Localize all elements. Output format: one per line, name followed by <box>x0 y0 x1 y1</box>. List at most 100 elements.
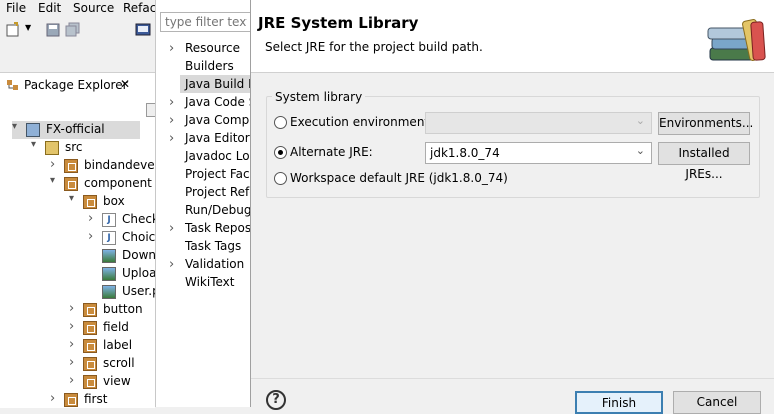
image-file-icon <box>102 285 116 299</box>
expand-icon[interactable]: › <box>169 221 174 236</box>
dialog-title: JRE System Library <box>258 14 419 32</box>
tree-item-label: first <box>84 392 108 406</box>
tree-item-label: bindandeven <box>84 158 163 172</box>
tree-item-label: button <box>103 302 143 316</box>
properties-nav-label: WikiText <box>185 275 235 289</box>
menu-edit[interactable]: Edit <box>38 1 61 15</box>
properties-nav-label: Run/Debug <box>185 203 252 217</box>
tree-item-label: Choic <box>122 230 156 244</box>
workspace-default-radio[interactable] <box>274 172 287 185</box>
chevron-down-icon: ⌄ <box>635 144 645 157</box>
dialog-header <box>251 0 774 73</box>
tree-item-label: Uploa <box>122 266 157 280</box>
properties-nav-label: Task Tags <box>185 239 242 253</box>
new-dropdown-icon[interactable]: ▼ <box>25 23 31 32</box>
properties-nav-label: Resource <box>185 41 241 55</box>
source-folder-icon <box>45 141 59 155</box>
chevron-down-icon: ⌄ <box>635 114 645 127</box>
system-library-label: System library <box>272 90 366 104</box>
tree-item[interactable]: ▾ FX-official <box>12 121 140 139</box>
tree-item-label: view <box>103 374 131 388</box>
alternate-jre-combo[interactable]: jdk1.8.0_74 ⌄ <box>425 142 652 164</box>
menu-file[interactable]: File <box>6 1 26 15</box>
tree-item-label: field <box>103 320 129 334</box>
java-file-icon: J <box>102 231 116 245</box>
tree-item-label: FX-official <box>46 122 105 136</box>
expand-icon[interactable]: › <box>169 41 174 56</box>
package-icon <box>64 177 78 191</box>
expand-icon[interactable]: › <box>69 319 79 334</box>
library-books-icon <box>707 19 766 61</box>
properties-nav-label: Project Face <box>185 167 258 181</box>
expand-icon[interactable]: › <box>50 157 60 172</box>
filter-input[interactable] <box>160 12 252 32</box>
finish-button[interactable]: Finish <box>575 391 663 414</box>
installed-jres-button[interactable]: Installed JREs... <box>658 142 750 181</box>
package-icon <box>83 375 97 389</box>
main-toolbar: ▼ <box>0 18 155 46</box>
tree-item-label: label <box>103 338 133 352</box>
expand-icon[interactable]: › <box>88 229 98 244</box>
properties-nav-label: Javadoc Loc <box>185 149 257 163</box>
tree-item-label: box <box>103 194 125 208</box>
collapse-icon[interactable]: ▾ <box>50 175 60 186</box>
expand-icon[interactable]: › <box>169 131 174 146</box>
expand-icon[interactable]: › <box>169 257 174 272</box>
package-icon <box>83 339 97 353</box>
expand-icon[interactable]: › <box>88 211 98 226</box>
image-file-icon <box>102 267 116 281</box>
collapse-icon[interactable]: ▾ <box>31 139 41 150</box>
expand-icon[interactable]: › <box>50 391 60 406</box>
package-icon <box>83 195 97 209</box>
expand-icon[interactable]: › <box>69 301 79 316</box>
menu-bar: File Edit Source Refac <box>0 0 156 18</box>
tree-item-label: Down <box>122 248 157 262</box>
expand-icon[interactable]: › <box>169 95 174 110</box>
package-icon <box>64 159 78 173</box>
alternate-jre-value: jdk1.8.0_74 <box>430 146 500 160</box>
collapse-icon[interactable]: ▾ <box>69 193 79 204</box>
help-icon[interactable]: ? <box>266 390 286 410</box>
expand-icon[interactable]: › <box>69 337 79 352</box>
package-explorer-label: Package Explorer <box>24 78 128 92</box>
package-icon <box>64 393 78 407</box>
save-icon[interactable] <box>45 22 61 38</box>
image-file-icon <box>102 249 116 263</box>
package-explorer-icon <box>7 80 18 90</box>
properties-nav-label: Builders <box>185 59 234 73</box>
environments-button[interactable]: Environments... <box>658 112 753 135</box>
dialog-separator <box>251 378 774 379</box>
properties-nav-label: Task Reposit <box>185 221 260 235</box>
package-icon <box>83 303 97 317</box>
alternate-jre-radio[interactable] <box>274 146 287 159</box>
package-explorer-tab[interactable]: Package Explorer ✕ <box>2 74 134 96</box>
execution-environment-radio[interactable] <box>274 116 287 129</box>
package-icon <box>83 357 97 371</box>
tree-item-label: src <box>65 140 83 154</box>
package-icon <box>83 321 97 335</box>
tree-item-label: Check <box>122 212 159 226</box>
console-icon[interactable] <box>135 22 151 38</box>
expand-icon[interactable]: › <box>169 113 174 128</box>
save-all-icon[interactable] <box>65 22 81 38</box>
cancel-button[interactable]: Cancel <box>673 391 761 414</box>
java-file-icon: J <box>102 213 116 227</box>
alternate-jre-label: Alternate JRE: <box>290 145 373 159</box>
properties-nav-label: Validation <box>185 257 245 271</box>
menu-refactor[interactable]: Refac <box>123 1 156 15</box>
expand-icon[interactable]: › <box>69 355 79 370</box>
new-icon[interactable] <box>5 22 21 38</box>
execution-environment-combo[interactable]: ⌄ <box>425 112 652 134</box>
properties-nav-label: Java Compil <box>185 113 256 127</box>
close-icon[interactable]: ✕ <box>120 77 130 91</box>
collapse-icon[interactable]: ▾ <box>12 121 22 132</box>
execution-environment-label: Execution environment: <box>290 115 434 129</box>
expand-icon[interactable]: › <box>69 373 79 388</box>
tree-item-label: component <box>84 176 152 190</box>
dialog-message: Select JRE for the project build path. <box>265 40 483 54</box>
project-icon <box>26 123 40 137</box>
tree-item-label: scroll <box>103 356 135 370</box>
workspace-default-label: Workspace default JRE (jdk1.8.0_74) <box>290 171 508 185</box>
menu-source[interactable]: Source <box>73 1 114 15</box>
properties-nav-label: Java Editor <box>185 131 250 145</box>
